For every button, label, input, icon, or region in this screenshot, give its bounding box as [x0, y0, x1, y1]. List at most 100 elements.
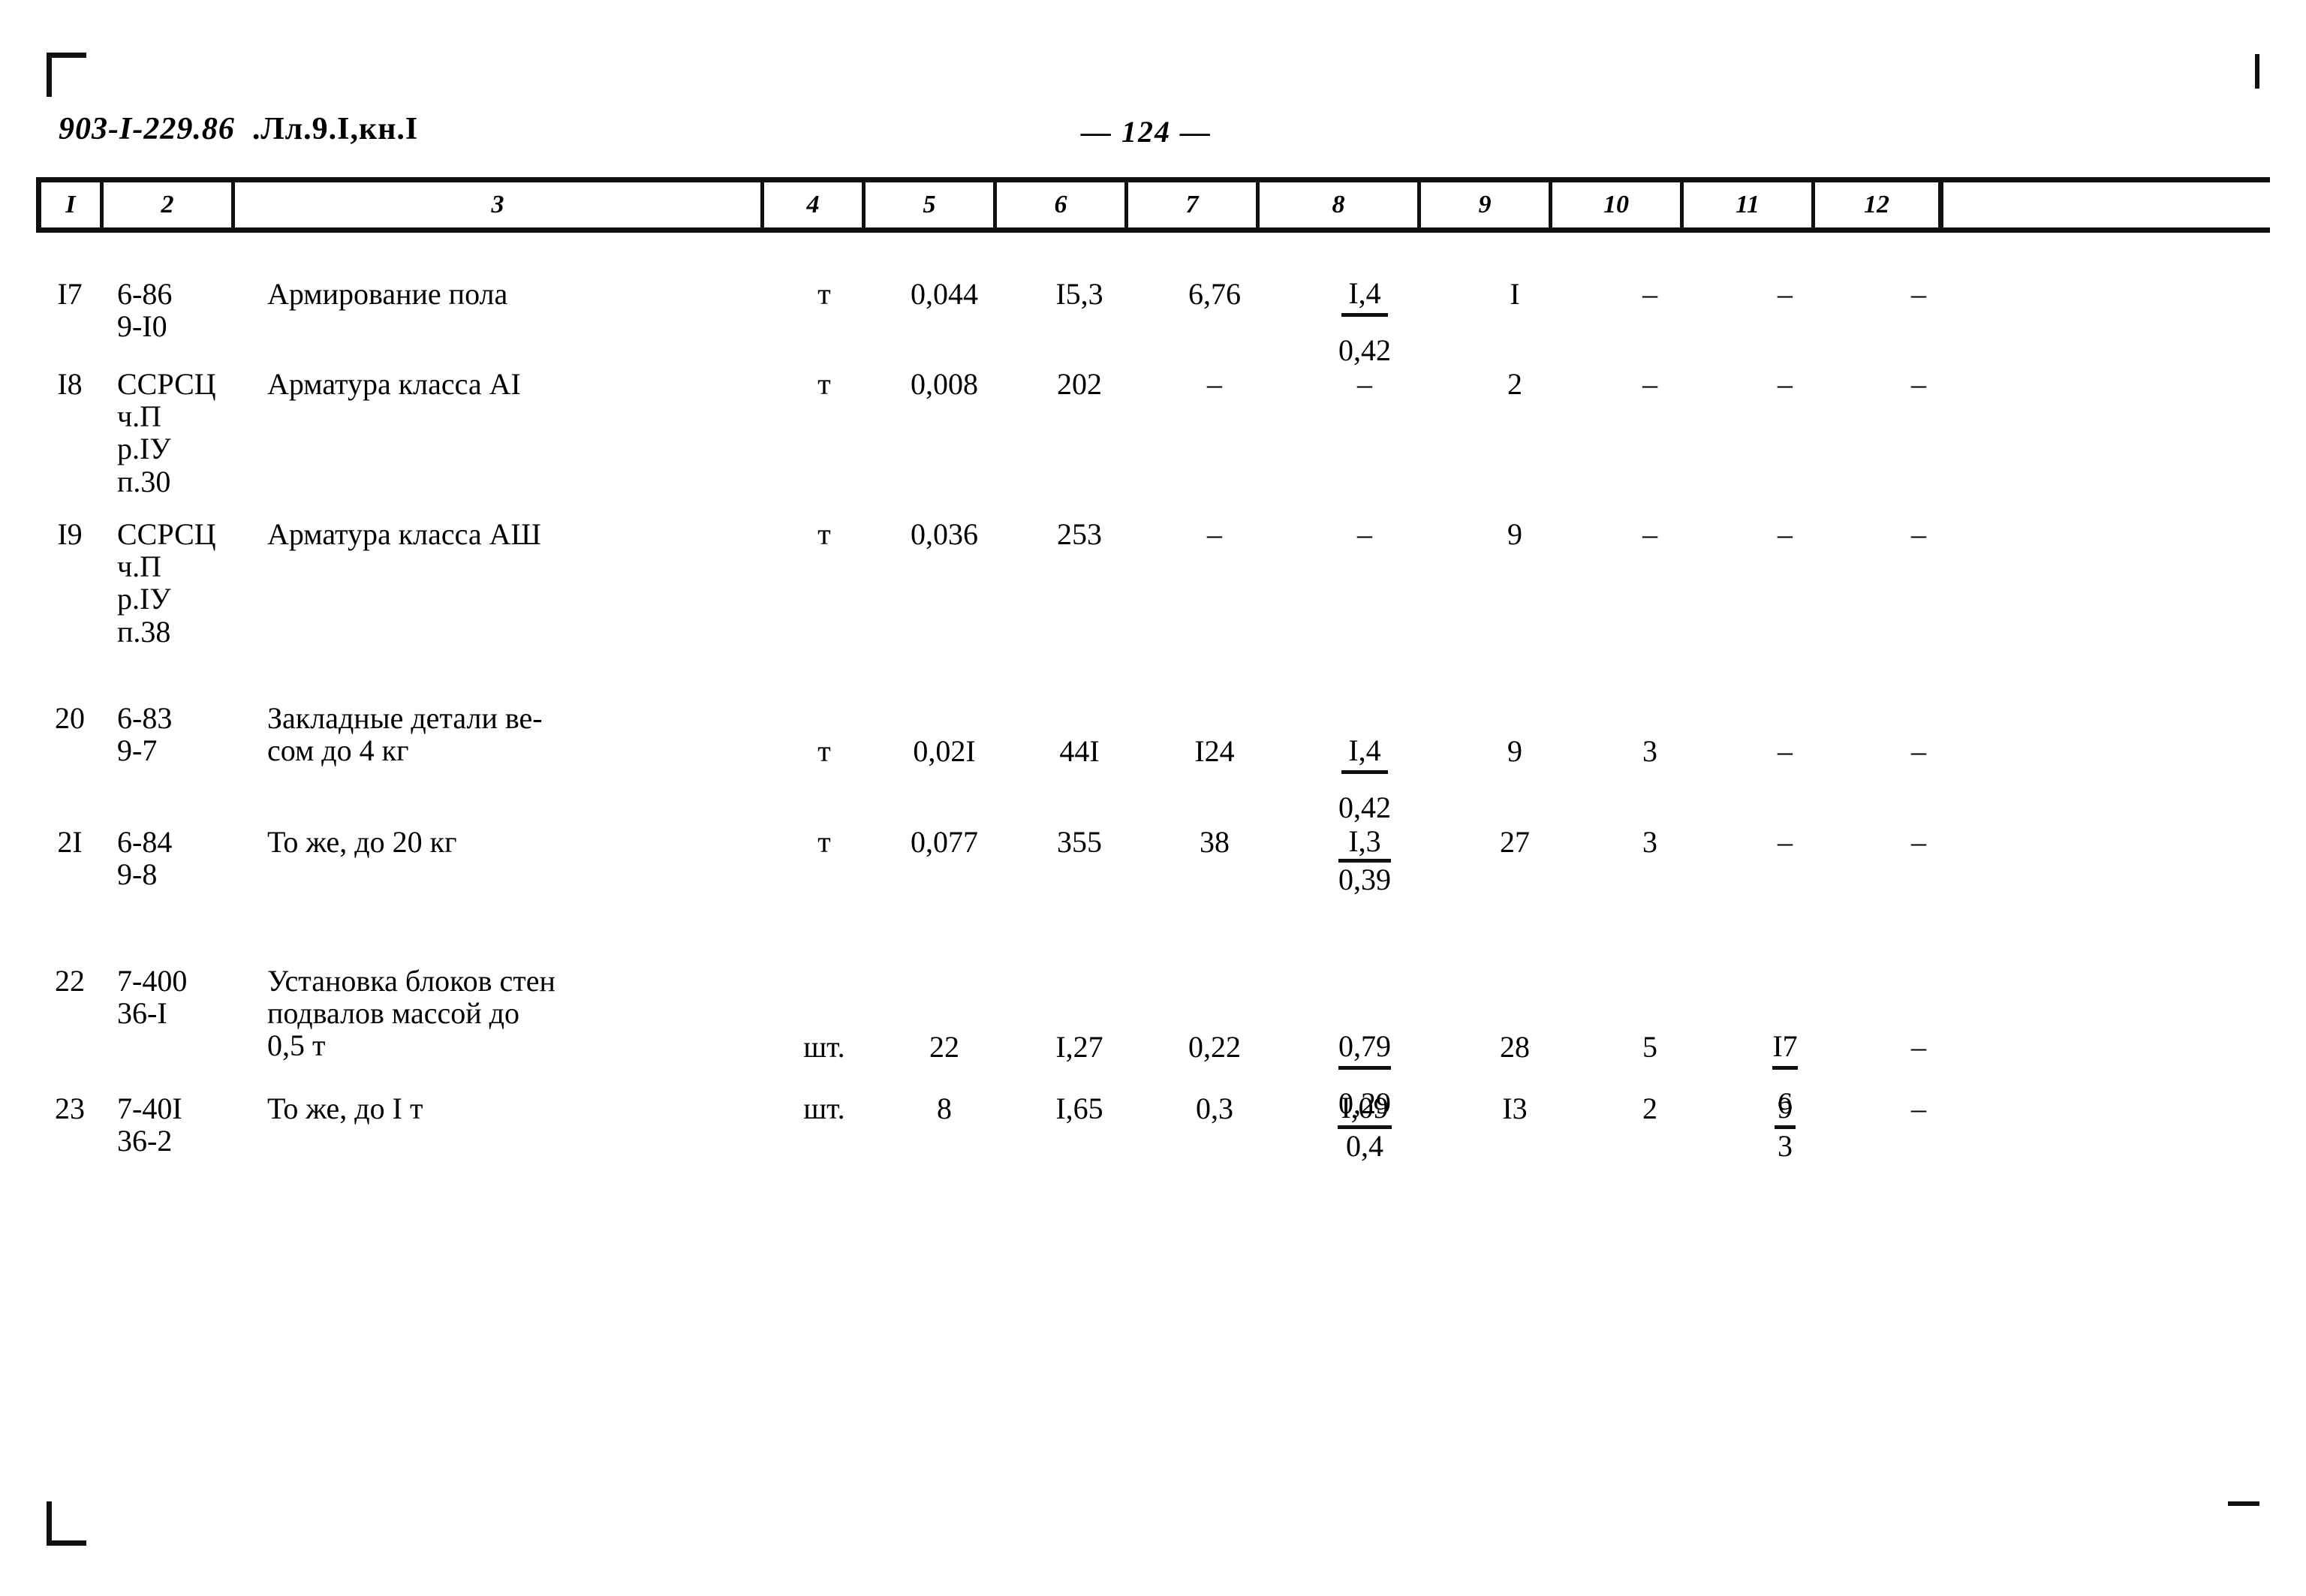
unit: т	[817, 277, 831, 311]
value-col9: I3	[1502, 1092, 1528, 1125]
value-col10: 5	[1642, 1030, 1657, 1064]
quantity: 0,02I	[913, 734, 976, 768]
value-col12: –	[1911, 1030, 1926, 1064]
row-number: I7	[57, 277, 83, 311]
table-row: I7 6-86 9-I0 Армирование пола т 0,044 I5,3 6,76…	[36, 278, 2270, 366]
corner-mark-top-right	[2255, 54, 2259, 89]
value-col10: –	[1642, 277, 1657, 311]
value-col6: 202	[1057, 367, 1102, 401]
corner-mark-bottom-left	[47, 1501, 86, 1546]
table-row: 23 7-40I 36-2 То же, до I т шт. 8 I,65 0,3 I,09 0…	[36, 1092, 2270, 1162]
value-col8: –	[1357, 367, 1372, 401]
value-col6: 253	[1057, 517, 1102, 551]
quantity: 0,008	[911, 367, 978, 401]
column-header-8: 8	[1256, 182, 1421, 227]
value-col7: 6,76	[1188, 277, 1241, 311]
value-col11: –	[1778, 517, 1793, 551]
column-header-5: 5	[862, 182, 997, 227]
work-description: Установка блоков стен подвалов массой до 0…	[267, 964, 555, 1063]
norm-code: 7-40I 36-2	[117, 1092, 182, 1158]
value-col10: 3	[1642, 734, 1657, 768]
value-col11: –	[1778, 367, 1793, 401]
value-col12: –	[1911, 825, 1926, 859]
unit: т	[817, 517, 831, 551]
column-header-11: 11	[1680, 182, 1815, 227]
row-number: 20	[55, 701, 85, 735]
value-col7: 0,22	[1188, 1030, 1241, 1064]
value-col7: –	[1207, 367, 1222, 401]
column-header-4: 4	[760, 182, 866, 227]
value-col12: –	[1911, 517, 1926, 551]
value-col12: –	[1911, 277, 1926, 311]
column-header-12: 12	[1811, 182, 1943, 227]
norm-code: 7-400 36-I	[117, 964, 188, 1031]
column-header-7: 7	[1124, 182, 1260, 227]
table-row: 20 6-83 9-7 Закладные детали ве-сом до 4 кг…	[36, 702, 2270, 824]
unit: т	[817, 367, 831, 401]
page-number: — 124 —	[1081, 115, 1212, 149]
document-code: 903-I-229.86	[59, 112, 235, 146]
column-header-10: 10	[1549, 182, 1684, 227]
norm-code: ССРСЦ ч.П р.IУ п.38	[117, 517, 216, 649]
value-col7: 38	[1200, 825, 1230, 859]
value-col10: 3	[1642, 825, 1657, 859]
value-col10: –	[1642, 517, 1657, 551]
value-col10: –	[1642, 367, 1657, 401]
corner-mark-top-left	[47, 53, 86, 97]
work-description: Арматура класса АШ	[267, 517, 541, 551]
value-col7: –	[1207, 517, 1222, 551]
row-number: 23	[55, 1092, 85, 1125]
value-col8: I,09 0,4	[1282, 1092, 1447, 1162]
row-number: 2I	[57, 825, 83, 859]
value-col9: 28	[1500, 1030, 1530, 1064]
quantity: 0,044	[911, 277, 978, 311]
value-col6: 355	[1057, 825, 1102, 859]
specification-table: I 2 3 4 5 6 7 8 9 10 11 12 I7 6-86 9-I0 Армирование по…	[36, 177, 2270, 1162]
norm-code: 6-86 9-I0	[117, 277, 173, 344]
value-col11: –	[1778, 825, 1793, 859]
unit: шт.	[803, 1030, 845, 1064]
column-header-9: 9	[1417, 182, 1552, 227]
column-header-2: 2	[100, 182, 235, 227]
value-col10: 2	[1642, 1092, 1657, 1125]
row-number: 22	[55, 964, 85, 998]
value-col12: –	[1911, 734, 1926, 768]
value-col11: –	[1778, 277, 1793, 311]
unit: т	[817, 734, 831, 768]
value-col7: I24	[1194, 734, 1235, 768]
column-header-6: 6	[993, 182, 1128, 227]
value-col9: 9	[1507, 734, 1522, 768]
unit: т	[817, 825, 831, 859]
quantity: 22	[929, 1030, 959, 1064]
norm-code: 6-84 9-8	[117, 825, 173, 892]
work-description: Арматура класса АI	[267, 367, 521, 401]
unit: шт.	[803, 1092, 845, 1125]
table-row: I8 ССРСЦ ч.П р.IУ п.30 Арматура класса АI т 0,0…	[36, 368, 2270, 498]
value-col12: –	[1911, 1092, 1926, 1125]
value-col8: I,3 0,39	[1338, 824, 1391, 896]
value-col8: –	[1357, 517, 1372, 551]
value-col9: 2	[1507, 367, 1522, 401]
document-header: 903-I-229.86 .Лл.9.I,кн.I	[59, 111, 418, 147]
value-col8: I,4 0,42	[1338, 733, 1391, 824]
row-number: I9	[57, 517, 83, 551]
value-col6: I,27	[1055, 1030, 1103, 1064]
value-col7: 0,3	[1196, 1092, 1233, 1125]
norm-code: ССРСЦ ч.П р.IУ п.30	[117, 367, 216, 498]
table-column-header-row: I 2 3 4 5 6 7 8 9 10 11 12	[36, 177, 2270, 233]
value-col9: 9	[1507, 517, 1522, 551]
quantity: 8	[937, 1092, 952, 1125]
table-row: I9 ССРСЦ ч.П р.IУ п.38 Арматура класса АШ т 0,0…	[36, 518, 2270, 648]
value-col9: 27	[1500, 825, 1530, 859]
value-col12: –	[1911, 367, 1926, 401]
corner-mark-bottom-right	[2228, 1501, 2259, 1506]
work-description: Закладные детали ве-сом до 4 кг	[267, 701, 543, 768]
column-header-I: I	[36, 182, 104, 227]
row-number: I8	[57, 367, 83, 401]
work-description: Армирование пола	[267, 277, 508, 311]
value-col6: I,65	[1055, 1092, 1103, 1125]
quantity: 0,036	[911, 517, 978, 551]
value-col11: 93	[1717, 1092, 1853, 1162]
value-col9: I	[1510, 277, 1520, 311]
norm-code: 6-83 9-7	[117, 701, 173, 768]
